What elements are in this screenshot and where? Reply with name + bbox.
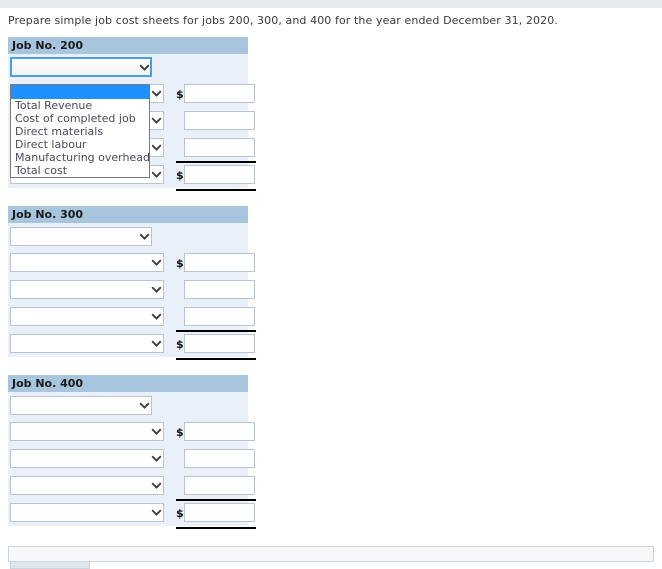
bottom-panel: [8, 546, 654, 562]
total-rule-top: [176, 330, 256, 332]
dropdown-option[interactable]: Direct materials: [11, 125, 149, 138]
currency-symbol: $: [176, 88, 184, 101]
bottom-panel-button-stub[interactable]: [10, 561, 90, 569]
dropdown-option[interactable]: Manufacturing overhead: [11, 151, 150, 164]
job-400-row-4-select[interactable]: Total RevenueCost of completed jobDirect…: [10, 476, 164, 495]
amount-input[interactable]: [184, 422, 255, 441]
open-dropdown-option-list[interactable]: Total Revenue Cost of completed job Direct…: [10, 84, 150, 178]
currency-symbol: $: [176, 426, 184, 439]
top-strip: [0, 0, 662, 8]
currency-symbol: $: [176, 338, 184, 351]
dropdown-option[interactable]: Total cost: [11, 164, 149, 177]
job-cost-row: Total RevenueCost of completed jobDirect…: [8, 54, 248, 80]
amount-input[interactable]: [184, 449, 255, 468]
currency-symbol: $: [176, 507, 184, 520]
job-cost-row: Total RevenueCost of completed jobDirect…: [8, 472, 255, 499]
job-title: Job No. 300: [8, 206, 248, 223]
job-300-row-2-select[interactable]: Total RevenueCost of completed jobDirect…: [10, 253, 164, 272]
job-cost-row: Total RevenueCost of completed jobDirect…: [8, 418, 255, 445]
total-rule-bottom: [176, 189, 256, 191]
job-cost-row: Total RevenueCost of completed jobDirect…: [8, 249, 255, 276]
amount-input[interactable]: [184, 111, 255, 130]
amount-input[interactable]: [184, 280, 255, 299]
instruction-text: Prepare simple job cost sheets for jobs …: [8, 14, 558, 27]
total-rule-bottom: [176, 527, 256, 529]
dropdown-option[interactable]: Direct labour: [11, 138, 149, 151]
currency-symbol: $: [176, 257, 184, 270]
total-rule-top: [176, 499, 256, 501]
job-300-row-1-select[interactable]: Total RevenueCost of completed jobDirect…: [10, 227, 152, 246]
total-rule-top: [176, 161, 256, 163]
job-title: Job No. 400: [8, 375, 248, 392]
job-cost-row: Total RevenueCost of completed jobDirect…: [8, 330, 256, 360]
job-400-row-2-select[interactable]: Total RevenueCost of completed jobDirect…: [10, 422, 164, 441]
total-rule-bottom: [176, 358, 256, 360]
job-200-row-1-select[interactable]: Total RevenueCost of completed jobDirect…: [10, 57, 152, 77]
amount-input[interactable]: [184, 138, 255, 157]
job-300-row-5-select[interactable]: Total RevenueCost of completed jobDirect…: [10, 334, 164, 353]
amount-input[interactable]: [184, 503, 255, 522]
amount-input[interactable]: [184, 476, 255, 495]
job-300-row-3-select[interactable]: Total RevenueCost of completed jobDirect…: [10, 280, 164, 299]
job-400-row-5-select[interactable]: Total RevenueCost of completed jobDirect…: [10, 503, 164, 522]
dropdown-option[interactable]: Cost of completed job: [11, 112, 149, 125]
dropdown-option[interactable]: Total Revenue: [11, 99, 149, 112]
job-cost-row: Total RevenueCost of completed jobDirect…: [8, 499, 256, 529]
amount-input[interactable]: [184, 307, 255, 326]
job-400-row-1-select[interactable]: Total RevenueCost of completed jobDirect…: [10, 396, 152, 415]
amount-input[interactable]: [184, 253, 255, 272]
job-cost-row: Total RevenueCost of completed jobDirect…: [8, 303, 255, 330]
job-cost-row: Total RevenueCost of completed jobDirect…: [8, 445, 255, 472]
amount-input[interactable]: [184, 334, 255, 353]
amount-input[interactable]: [184, 84, 255, 103]
currency-symbol: $: [176, 169, 184, 182]
job-cost-row: Total RevenueCost of completed jobDirect…: [8, 223, 248, 249]
job-cost-row: Total RevenueCost of completed jobDirect…: [8, 276, 255, 303]
amount-input[interactable]: [184, 165, 255, 184]
job-title: Job No. 200: [8, 37, 248, 54]
job-400-row-3-select[interactable]: Total RevenueCost of completed jobDirect…: [10, 449, 164, 468]
job-block: Job No. 300 Total RevenueCost of complete…: [8, 206, 256, 360]
dropdown-option[interactable]: [11, 85, 149, 99]
job-300-row-4-select[interactable]: Total RevenueCost of completed jobDirect…: [10, 307, 164, 326]
job-block: Job No. 400 Total RevenueCost of complete…: [8, 375, 256, 529]
job-cost-row: Total RevenueCost of completed jobDirect…: [8, 392, 248, 418]
